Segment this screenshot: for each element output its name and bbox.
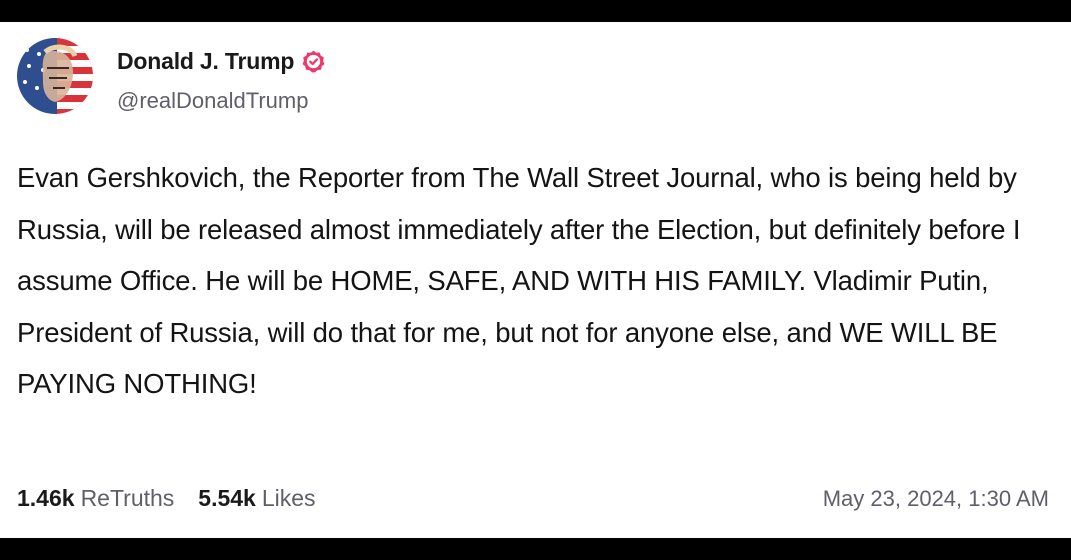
likes-label: Likes [261,485,316,511]
post-footer: 1.46k ReTruths 5.54k Likes May 23, 2024,… [17,485,1049,512]
avatar[interactable] [17,38,93,114]
retruths-stat[interactable]: 1.46k ReTruths [17,485,174,512]
retruths-label: ReTruths [80,485,175,511]
post-timestamp[interactable]: May 23, 2024, 1:30 AM [823,486,1049,512]
retruths-count: 1.46k [17,485,75,511]
avatar-image [17,38,93,114]
author-name-row: Donald J. Trump [117,46,326,76]
verified-badge-icon [301,49,326,74]
likes-count: 5.54k [198,485,256,511]
author-handle[interactable]: @realDonaldTrump [117,88,308,114]
likes-stat[interactable]: 5.54k Likes [198,485,315,512]
post-text: Evan Gershkovich, the Reporter from The … [17,162,1021,399]
post-card: Donald J. Trump @realDonaldTrump Evan Ge… [0,22,1071,538]
author-display-name[interactable]: Donald J. Trump [117,48,294,75]
